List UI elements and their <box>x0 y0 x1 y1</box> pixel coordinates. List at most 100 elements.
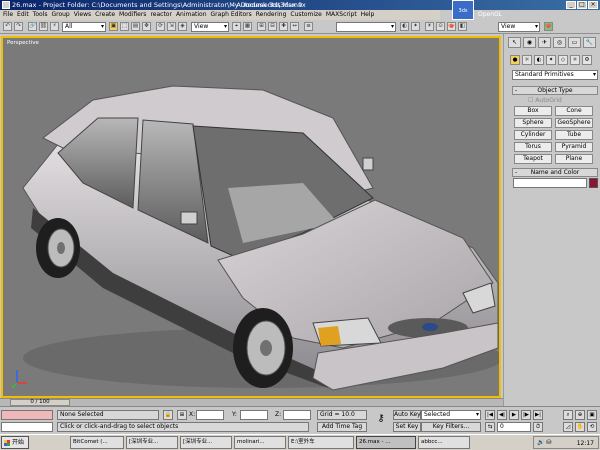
redo-icon[interactable]: ↷ <box>14 22 23 31</box>
auto-key-button[interactable]: Auto Key <box>393 410 421 420</box>
taskbar-item-molinari[interactable]: molinari... <box>234 436 286 449</box>
maximize-button[interactable]: □ <box>577 1 587 9</box>
menu-customize[interactable]: Customize <box>290 10 322 20</box>
taskbar-item-browser-2[interactable]: [深圳专业... <box>180 436 232 449</box>
category-dropdown[interactable]: Standard Primitives <box>512 70 598 80</box>
menu-file[interactable]: File <box>3 10 13 20</box>
go-to-end-icon[interactable]: ▶| <box>533 410 543 420</box>
menu-edit[interactable]: Edit <box>17 10 29 20</box>
tube-button[interactable]: Tube <box>555 130 593 140</box>
pyramid-button[interactable]: Pyramid <box>555 142 593 152</box>
select-and-move-icon[interactable]: ⟳ <box>156 22 165 31</box>
align-icon[interactable]: ✦ <box>411 22 420 31</box>
selection-region-icon[interactable]: ▤ <box>131 22 140 31</box>
render-view-dropdown[interactable]: View <box>498 22 540 32</box>
snaps-toggle-icon[interactable]: ⊞ <box>257 22 266 31</box>
menu-views[interactable]: Views <box>74 10 91 20</box>
display-tab-icon[interactable]: ▭ <box>568 37 581 48</box>
shapes-icon[interactable]: ☼ <box>522 55 532 65</box>
modify-tab-icon[interactable]: ◉ <box>523 37 536 48</box>
select-and-rotate-icon[interactable]: ⇲ <box>167 22 176 31</box>
next-frame-icon[interactable]: |▶ <box>521 410 531 420</box>
key-mode-toggle-icon[interactable]: ⇆ <box>485 422 495 432</box>
pan-icon[interactable]: ✋ <box>575 422 585 432</box>
object-type-rollout[interactable]: - Object Type <box>512 86 598 95</box>
select-object-icon[interactable]: ▣ <box>109 22 118 31</box>
select-by-name-icon[interactable]: ⬚ <box>120 22 129 31</box>
menu-modifiers[interactable]: Modifiers <box>119 10 146 20</box>
named-selection-dropdown[interactable] <box>336 22 396 32</box>
y-coordinate-field[interactable] <box>240 410 268 420</box>
material-editor-icon[interactable]: ☀ <box>425 22 434 31</box>
create-tab-icon[interactable]: ↖ <box>508 37 521 48</box>
lights-icon[interactable]: ◐ <box>534 55 544 65</box>
taskbar-item-3dsmax[interactable]: 26.max - ... <box>356 436 416 449</box>
menu-animation[interactable]: Animation <box>176 10 207 20</box>
window-crossing-icon[interactable]: ✥ <box>142 22 151 31</box>
render-frame-icon[interactable]: 🫖 <box>447 22 456 31</box>
torus-button[interactable]: Torus <box>514 142 552 152</box>
cylinder-button[interactable]: Cylinder <box>514 130 552 140</box>
hierarchy-tab-icon[interactable]: ✈ <box>538 37 551 48</box>
close-button[interactable]: × <box>588 1 598 9</box>
name-and-color-rollout[interactable]: - Name and Color <box>512 168 598 177</box>
angle-snap-icon[interactable]: ⊟ <box>268 22 277 31</box>
x-coordinate-field[interactable] <box>196 410 224 420</box>
geometry-icon[interactable]: ● <box>510 55 520 65</box>
bind-space-warp-icon[interactable]: ⚡ <box>50 22 59 31</box>
menu-help[interactable]: Help <box>361 10 375 20</box>
zoom-all-icon[interactable]: ⊕ <box>575 410 585 420</box>
menu-create[interactable]: Create <box>95 10 115 20</box>
tray-icons[interactable]: 🔊 ⛁ <box>537 439 551 446</box>
menu-maxscript[interactable]: MAXScript <box>326 10 357 20</box>
teapot-button[interactable]: Teapot <box>514 154 552 164</box>
reference-coordinate-dropdown[interactable]: View <box>191 22 229 32</box>
render-teapot-icon[interactable]: 🫖 <box>544 22 553 31</box>
z-coordinate-field[interactable] <box>283 410 311 420</box>
edit-named-selection-icon[interactable]: ≡ <box>304 22 313 31</box>
start-button[interactable]: 开始 <box>1 436 29 449</box>
select-and-link-icon[interactable]: 🔗 <box>28 22 37 31</box>
render-setup-icon[interactable]: ⊙ <box>436 22 445 31</box>
percent-snap-icon[interactable]: ✚ <box>279 22 288 31</box>
motion-tab-icon[interactable]: ◎ <box>553 37 566 48</box>
select-and-scale-icon[interactable]: ◈ <box>178 22 187 31</box>
object-name-field[interactable] <box>513 178 587 188</box>
maxscript-mini-input[interactable] <box>1 422 53 432</box>
spinner-snap-icon[interactable]: ↔ <box>290 22 299 31</box>
sphere-button[interactable]: Sphere <box>514 118 552 128</box>
mirror-icon[interactable]: ◐ <box>400 22 409 31</box>
unlink-icon[interactable]: ⛓ <box>39 22 48 31</box>
select-manipulate-icon[interactable]: ▦ <box>243 22 252 31</box>
add-time-tag-button[interactable]: Add Time Tag <box>317 422 367 432</box>
menu-rendering[interactable]: Rendering <box>256 10 287 20</box>
zoom-icon[interactable]: ⌕ <box>563 410 573 420</box>
play-icon[interactable]: ▶ <box>509 410 519 420</box>
set-key-button[interactable]: Set Key <box>393 422 421 432</box>
plane-button[interactable]: Plane <box>555 154 593 164</box>
menu-graph-editors[interactable]: Graph Editors <box>211 10 252 20</box>
pivot-center-icon[interactable]: ⌖ <box>232 22 241 31</box>
cone-button[interactable]: Cone <box>555 106 593 116</box>
autogrid-checkbox[interactable]: ☐ AutoGrid <box>528 97 562 104</box>
menu-tools[interactable]: Tools <box>33 10 48 20</box>
maxscript-listener[interactable] <box>1 410 53 420</box>
time-slider[interactable]: 0 / 100 <box>10 399 70 406</box>
go-to-start-icon[interactable]: |◀ <box>485 410 495 420</box>
taskbar-item-chat[interactable]: abbcc... <box>418 436 470 449</box>
object-color-swatch[interactable] <box>589 178 598 188</box>
minimize-button[interactable]: _ <box>566 1 576 9</box>
app-icon[interactable] <box>2 1 10 9</box>
absolute-mode-icon[interactable]: ⊞ <box>177 410 187 420</box>
menu-reactor[interactable]: reactor <box>150 10 172 20</box>
undo-icon[interactable]: ↶ <box>3 22 12 31</box>
arc-rotate-icon[interactable]: ⟲ <box>587 422 597 432</box>
geosphere-button[interactable]: GeoSphere <box>555 118 593 128</box>
field-of-view-icon[interactable]: ◿ <box>563 422 573 432</box>
taskbar-item-bitcomet[interactable]: BitComet (... <box>70 436 124 449</box>
key-mode-dropdown[interactable]: Selected <box>421 410 481 420</box>
taskbar-item-browser-1[interactable]: [深圳专业... <box>126 436 178 449</box>
key-filters-button[interactable]: Key Filters... <box>421 422 481 432</box>
utilities-tab-icon[interactable]: 🔧 <box>583 37 596 48</box>
helpers-icon[interactable]: ◇ <box>558 55 568 65</box>
